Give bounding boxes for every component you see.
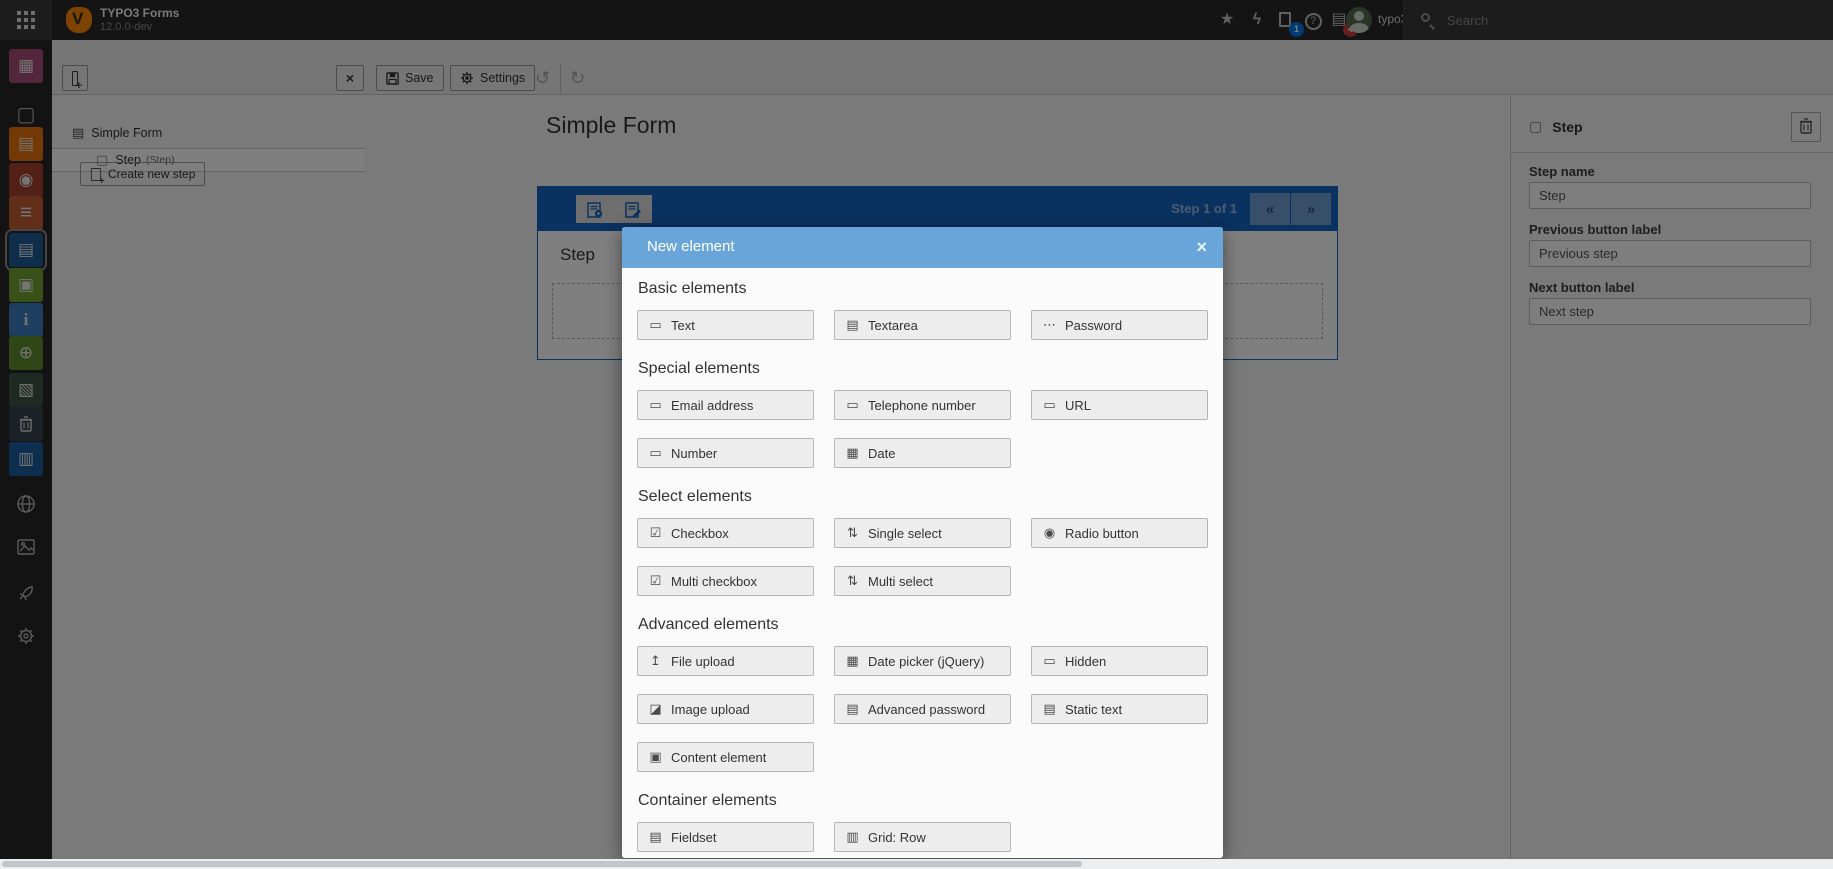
text-field-icon: ▭	[648, 317, 663, 333]
element-button-multi-checkbox[interactable]: ☑ Multi checkbox	[637, 566, 814, 596]
modal-title: New element	[647, 238, 735, 255]
password-icon: ⋯	[1042, 317, 1057, 333]
scrollbar-thumb[interactable]	[2, 861, 1082, 867]
element-button-email[interactable]: ▭ Email address	[637, 390, 814, 420]
element-button-url[interactable]: ▭ URL	[1031, 390, 1208, 420]
section-advanced-elements: Advanced elements	[638, 616, 1208, 634]
element-button-multi-select[interactable]: ⇅ Multi select	[834, 566, 1011, 596]
hidden-icon: ▭	[1042, 653, 1057, 669]
close-icon[interactable]: ×	[1196, 236, 1207, 258]
element-button-advanced-password[interactable]: ▤ Advanced password	[834, 694, 1011, 724]
element-button-radio[interactable]: ◉ Radio button	[1031, 518, 1208, 548]
multi-select-icon: ⇅	[845, 573, 860, 589]
telephone-icon: ▭	[845, 397, 860, 413]
element-button-hidden[interactable]: ▭ Hidden	[1031, 646, 1208, 676]
email-icon: ▭	[648, 397, 663, 413]
element-button-checkbox[interactable]: ☑ Checkbox	[637, 518, 814, 548]
element-button-grid-row[interactable]: ▥ Grid: Row	[834, 822, 1011, 852]
new-element-modal: New element × Basic elements ▭ Text ▤ Te…	[622, 227, 1223, 858]
multi-checkbox-icon: ☑	[648, 573, 663, 589]
element-button-content-element[interactable]: ▣ Content element	[637, 742, 814, 772]
element-button-textarea[interactable]: ▤ Textarea	[834, 310, 1011, 340]
element-button-text[interactable]: ▭ Text	[637, 310, 814, 340]
element-button-file-upload[interactable]: ↥ File upload	[637, 646, 814, 676]
element-button-image-upload[interactable]: ◪ Image upload	[637, 694, 814, 724]
element-button-telephone[interactable]: ▭ Telephone number	[834, 390, 1011, 420]
element-button-static-text[interactable]: ▤ Static text	[1031, 694, 1208, 724]
element-button-date[interactable]: ▦ Date	[834, 438, 1011, 468]
file-upload-icon: ↥	[648, 653, 663, 669]
textarea-icon: ▤	[845, 317, 860, 333]
fieldset-icon: ▤	[648, 829, 663, 845]
element-button-fieldset[interactable]: ▤ Fieldset	[637, 822, 814, 852]
section-select-elements: Select elements	[638, 488, 1208, 506]
section-special-elements: Special elements	[638, 360, 1208, 378]
element-button-number[interactable]: ▭ Number	[637, 438, 814, 468]
grid-row-icon: ▥	[845, 829, 860, 845]
advanced-password-icon: ▤	[845, 701, 860, 717]
image-upload-icon: ◪	[648, 701, 663, 717]
horizontal-scrollbar[interactable]	[0, 859, 1833, 869]
content-element-icon: ▣	[648, 749, 663, 765]
section-container-elements: Container elements	[638, 792, 1208, 810]
modal-header: New element ×	[622, 227, 1223, 268]
single-select-icon: ⇅	[845, 525, 860, 541]
element-button-single-select[interactable]: ⇅ Single select	[834, 518, 1011, 548]
modal-body: Basic elements ▭ Text ▤ Textarea ⋯ Passw…	[622, 268, 1223, 852]
number-icon: ▭	[648, 445, 663, 461]
element-button-date-picker[interactable]: ▦ Date picker (jQuery)	[834, 646, 1011, 676]
date-picker-icon: ▦	[845, 653, 860, 669]
radio-icon: ◉	[1042, 525, 1057, 541]
url-icon: ▭	[1042, 397, 1057, 413]
element-button-password[interactable]: ⋯ Password	[1031, 310, 1208, 340]
static-text-icon: ▤	[1042, 701, 1057, 717]
section-basic-elements: Basic elements	[638, 280, 1208, 298]
date-icon: ▦	[845, 445, 860, 461]
checkbox-icon: ☑	[648, 525, 663, 541]
